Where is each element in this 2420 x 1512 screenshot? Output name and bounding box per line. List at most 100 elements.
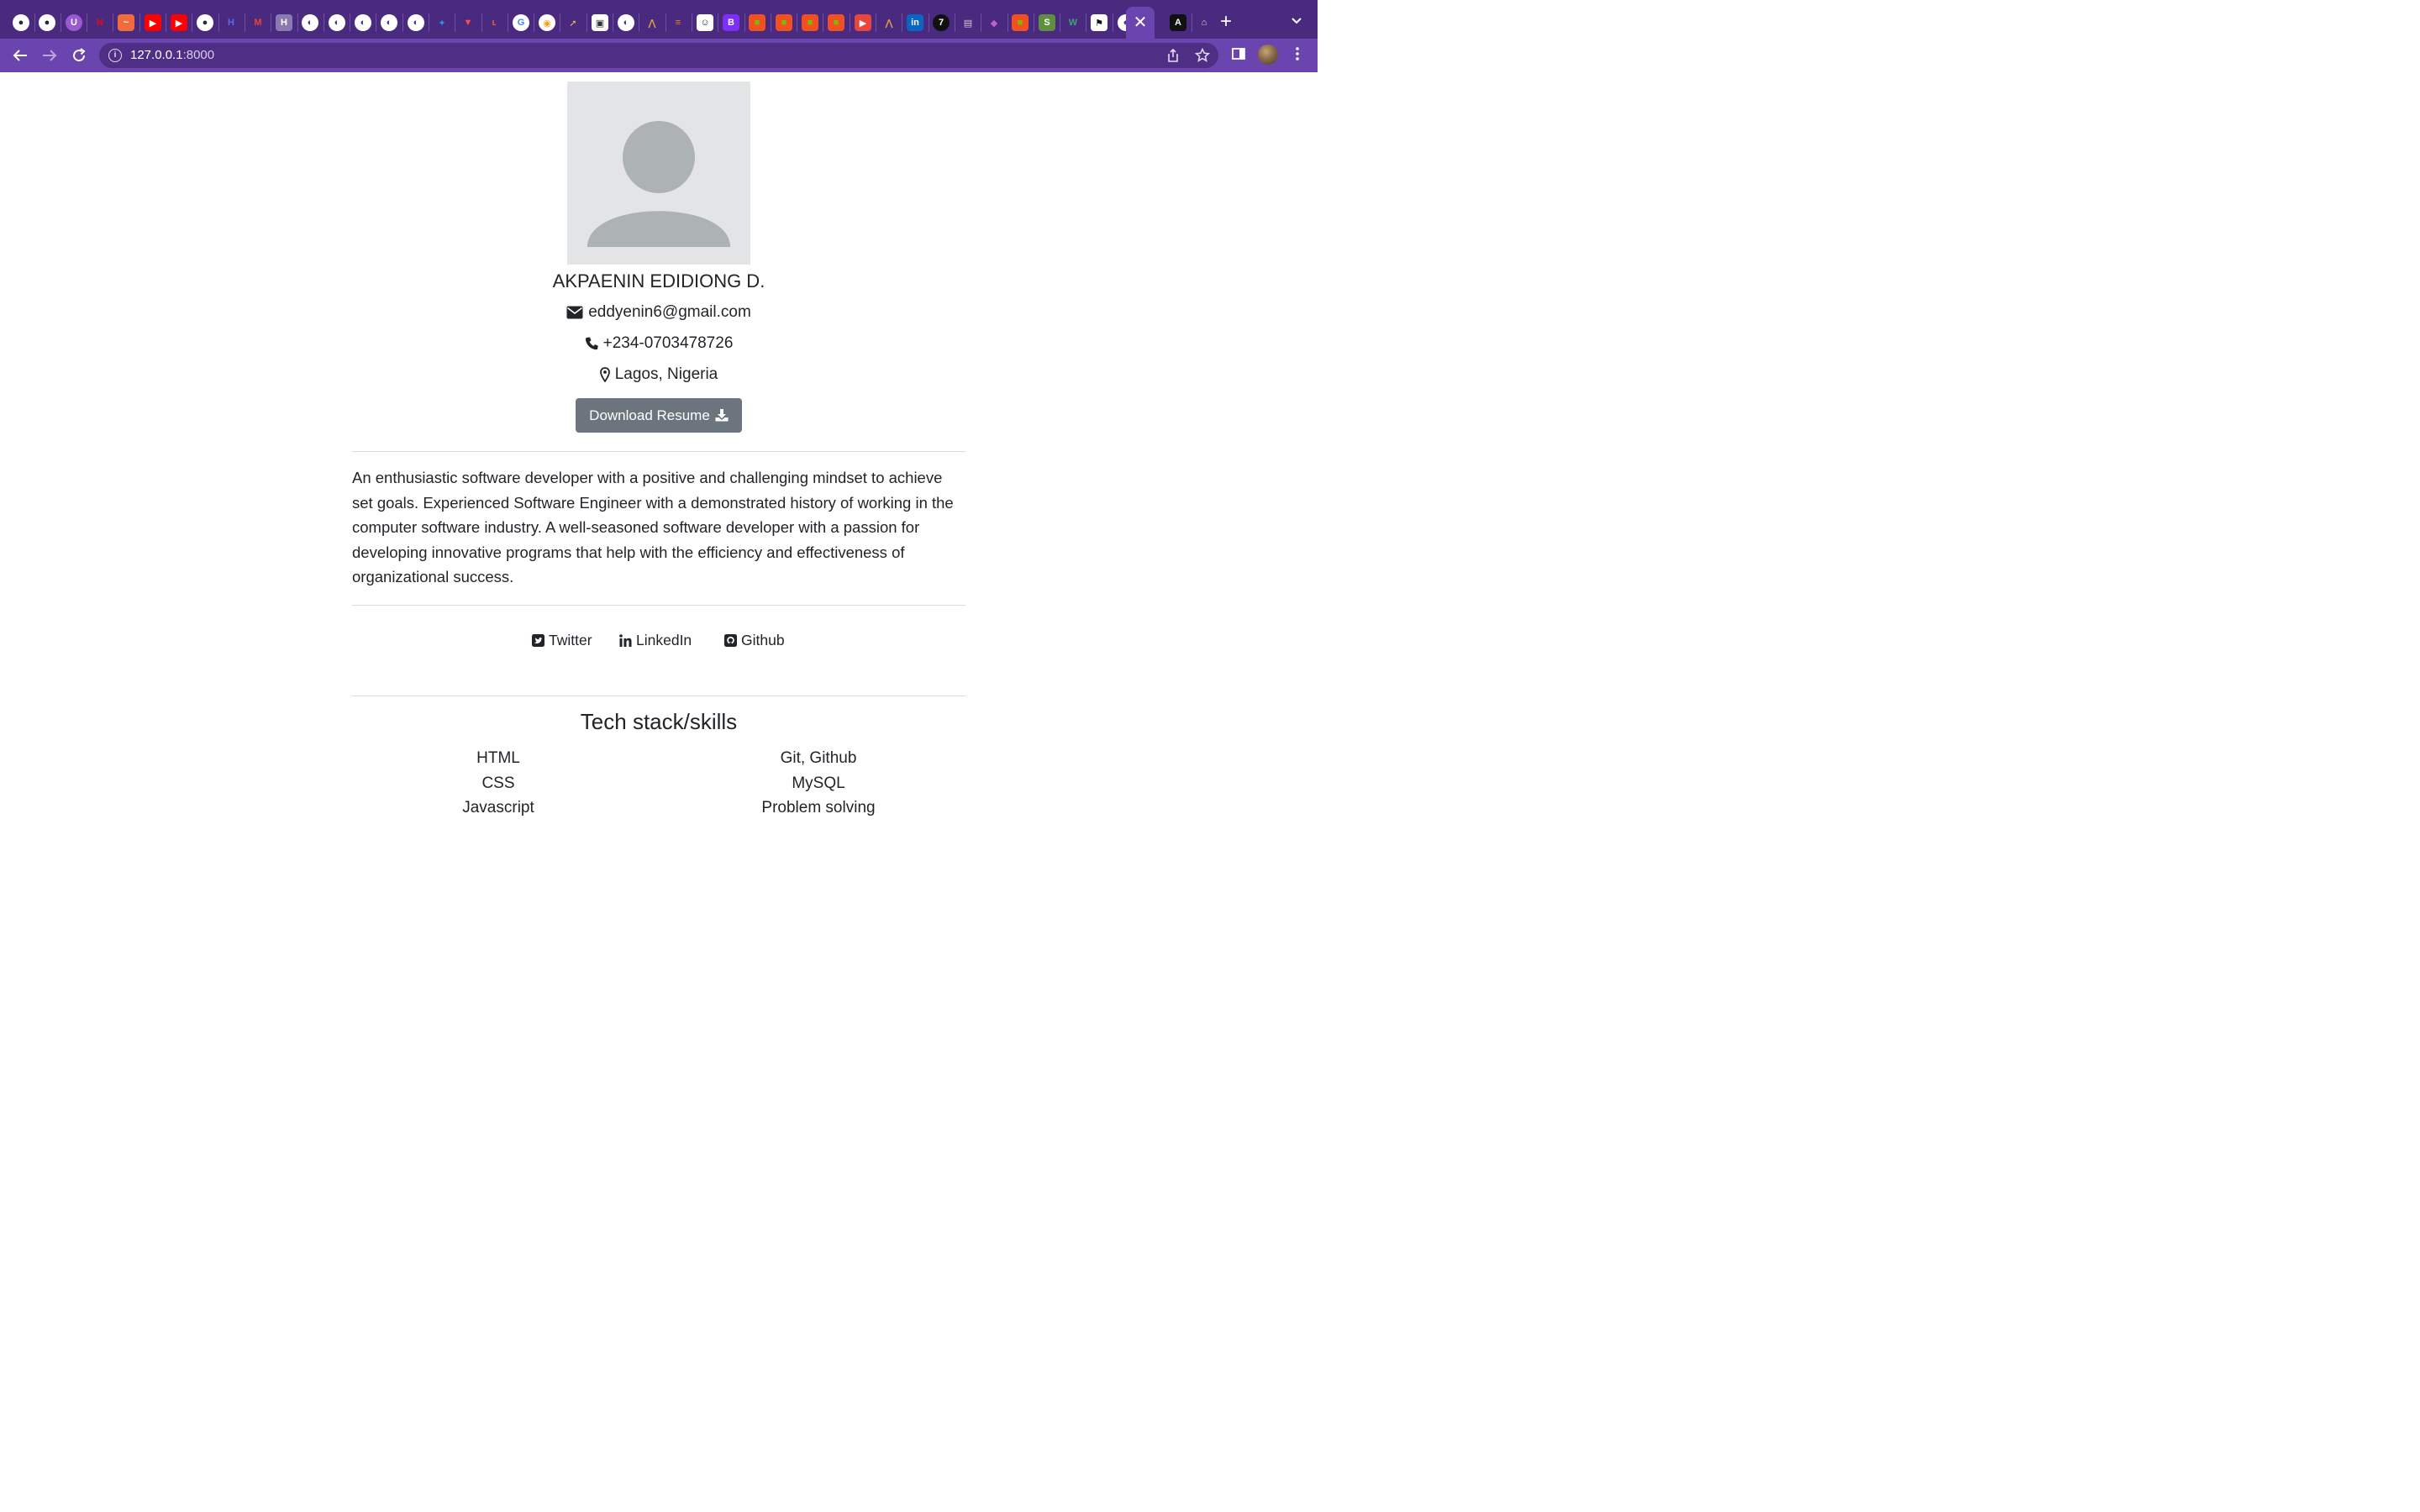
tab-separator [744, 13, 745, 32]
google-icon[interactable]: G [513, 14, 529, 31]
skill-item: HTML [476, 749, 520, 767]
active-tab[interactable]: ✕ [1126, 7, 1155, 39]
github-square-icon [724, 634, 737, 647]
shopify-icon[interactable]: S [1039, 14, 1055, 31]
rocket-icon[interactable]: ➚ [565, 14, 581, 31]
download-resume-button[interactable]: Download Resume [576, 398, 742, 433]
linkedin-icon [619, 634, 632, 647]
chart-icon[interactable]: ~ [118, 14, 134, 31]
bm-icon[interactable]: ▤ [960, 14, 976, 31]
github-icon[interactable]: ● [13, 14, 29, 31]
github-link[interactable]: Github [724, 632, 785, 649]
about-paragraph: An enthusiastic software developer with … [352, 469, 954, 585]
vue-icon[interactable]: ▼ [460, 14, 476, 31]
skills-left-column: HTML CSS Javascript [347, 746, 650, 821]
profile-name: AKPAENIN EDIDIONG D. [552, 270, 765, 291]
bookmark-star-icon[interactable] [1194, 47, 1211, 64]
globe-icon[interactable]: ◐ [355, 14, 371, 31]
skill-item: CSS [481, 774, 515, 792]
youtube-icon[interactable]: ▶ [171, 14, 187, 31]
tab-separator [402, 13, 403, 32]
phone-text: +234-0703478726 [602, 334, 734, 352]
phone-row: +234-0703478726 [352, 334, 965, 353]
globe-icon[interactable]: ◐ [408, 14, 424, 31]
profile-avatar[interactable] [1258, 45, 1278, 65]
envelope-icon [566, 306, 583, 319]
divider [352, 451, 965, 452]
github-icon[interactable]: ● [39, 14, 55, 31]
microsoft-icon[interactable]: ■ [828, 14, 844, 31]
tab-search-chevron-icon[interactable] [1287, 14, 1306, 31]
twitter-icon[interactable]: ✦ [434, 14, 450, 31]
reload-icon[interactable] [69, 45, 89, 66]
address-bar[interactable]: i 127.0.0.1:8000 [99, 43, 1218, 68]
twitter-link[interactable]: Twitter [532, 632, 592, 649]
menu-kebab-icon[interactable] [1288, 45, 1307, 64]
board-icon[interactable]: ▣ [592, 14, 608, 31]
tab-separator [60, 13, 61, 32]
globe-icon[interactable]: ◐ [302, 14, 318, 31]
bank-icon[interactable]: ⌂ [1196, 14, 1213, 31]
divider [352, 605, 965, 606]
laravel-icon[interactable]: ʟ [486, 14, 502, 31]
email-row: eddyenin6@gmail.com [352, 303, 965, 322]
abuja-icon[interactable]: ⋀ [644, 14, 660, 31]
skill-item: Javascript [462, 799, 534, 816]
location-row: Lagos, Nigeria [352, 365, 965, 384]
tab-separator [139, 13, 140, 32]
user-silhouette-icon [587, 121, 730, 247]
url-text[interactable]: 127.0.0.1:8000 [130, 48, 214, 62]
skill-item: Problem solving [761, 799, 876, 816]
linkedin-icon[interactable]: in [907, 14, 923, 31]
tab-separator [1007, 13, 1008, 32]
tab-separator [34, 13, 35, 32]
netflix-icon[interactable]: N [92, 14, 108, 31]
profile-picture-placeholder [567, 81, 750, 265]
seven-icon[interactable]: 7 [933, 14, 950, 31]
robot-icon[interactable]: ☺ [697, 14, 713, 31]
skill-item: Git, Github [780, 749, 857, 767]
skills-section-title: Tech stack/skills [580, 709, 738, 734]
youtube-icon[interactable]: ▶ [145, 14, 161, 31]
globe-icon[interactable]: ◐ [381, 14, 397, 31]
tab-strip: ● ● U N ~ ▶ ▶ ● H M H ◐ ◐ ◐ ◐ ◐ ✦ ▼ ʟ G ◉ ➚ ▣ ◐ ⋀ ≡ ☺ B ■ ■ ■ ■ ▶ ⋀ in 7 ▤ ◆ ■… [0, 0, 1318, 39]
microsoft-icon[interactable]: ■ [749, 14, 765, 31]
download-icon [715, 409, 729, 422]
stack-icon[interactable]: ≡ [670, 14, 687, 31]
hashnode-icon[interactable]: H [223, 14, 239, 31]
circle-icon[interactable]: ◉ [539, 14, 555, 31]
skill-item: MySQL [792, 774, 845, 792]
microsoft-icon[interactable]: ■ [802, 14, 818, 31]
webflow-icon[interactable]: W [1065, 14, 1081, 31]
skills-right-column: Git, Github MySQL Problem solving [667, 746, 970, 821]
forward-icon[interactable] [39, 45, 60, 66]
abuja-icon[interactable]: ⋀ [881, 14, 897, 31]
twitter-square-icon [532, 634, 544, 647]
share-icon[interactable] [1165, 47, 1181, 64]
play-icon[interactable]: ▶ [855, 14, 871, 31]
upwork-icon[interactable]: U [66, 14, 82, 31]
microsoft-icon[interactable]: ■ [776, 14, 792, 31]
gmail-icon[interactable]: M [250, 14, 266, 31]
microsoft-icon[interactable]: ■ [1012, 14, 1028, 31]
download-resume-label: Download Resume [589, 407, 710, 423]
side-panel-icon[interactable] [1229, 45, 1248, 64]
site-info-icon[interactable]: i [108, 49, 122, 62]
flag-icon[interactable]: ⚑ [1091, 14, 1107, 31]
diamond-icon[interactable]: ◆ [986, 14, 1002, 31]
github-icon[interactable]: ● [197, 14, 213, 31]
globe-icon[interactable]: ◐ [618, 14, 634, 31]
linkedin-link[interactable]: LinkedIn [619, 632, 692, 649]
bootstrap-icon[interactable]: B [723, 14, 739, 31]
new-tab-button[interactable]: + [1215, 11, 1237, 33]
globe-icon[interactable]: ◐ [329, 14, 345, 31]
resume-page: AKPAENIN EDIDIONG D. eddyenin6@gmail.com… [0, 72, 1318, 823]
h-icon[interactable]: H [276, 14, 292, 31]
close-tab-icon[interactable]: ✕ [1134, 14, 1148, 31]
tab-separator [218, 13, 219, 32]
phone-icon [585, 337, 598, 349]
email-text[interactable]: eddyenin6@gmail.com [588, 303, 751, 322]
angular-icon[interactable]: A [1170, 14, 1186, 31]
back-icon[interactable] [10, 45, 30, 66]
tab-separator [297, 13, 298, 32]
